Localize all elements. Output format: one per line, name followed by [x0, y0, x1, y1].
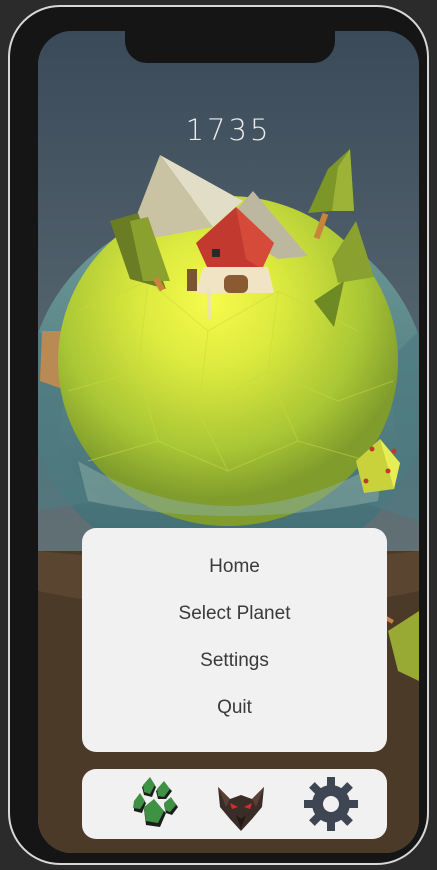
- gear-button[interactable]: [300, 773, 362, 835]
- menu-quit-button[interactable]: Quit: [82, 697, 387, 744]
- menu-settings-button[interactable]: Settings: [82, 650, 387, 697]
- pause-menu: Home Select Planet Settings Quit: [82, 528, 387, 752]
- wolf-head-icon: [218, 787, 264, 831]
- paw-icon: [133, 777, 178, 827]
- gear-icon: [304, 777, 358, 831]
- phone-notch: [125, 29, 335, 63]
- bottom-dock: [82, 769, 387, 839]
- menu-select-planet-button[interactable]: Select Planet: [82, 603, 387, 650]
- menu-home-button[interactable]: Home: [82, 556, 387, 603]
- game-screen: 1735 Home Select Planet Settings Quit: [38, 31, 419, 853]
- wolf-button[interactable]: [210, 773, 272, 835]
- paw-button[interactable]: [120, 773, 182, 835]
- phone-frame: 1735 Home Select Planet Settings Quit: [8, 5, 429, 865]
- score-counter: 1735: [185, 113, 272, 147]
